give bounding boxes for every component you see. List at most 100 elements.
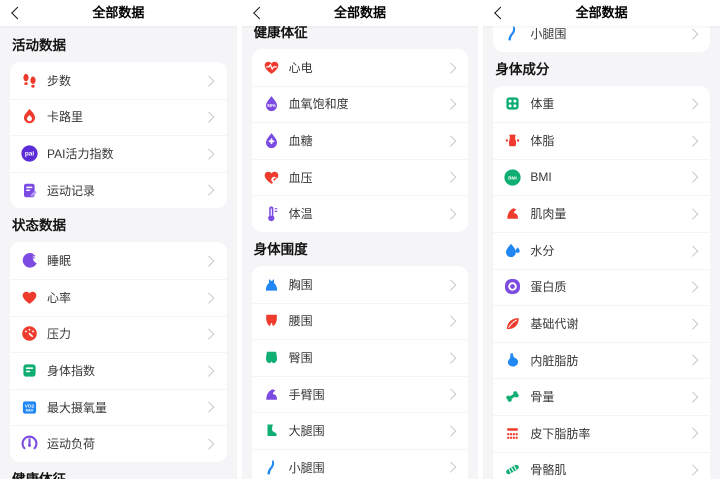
chevron-left-icon[interactable] [494,6,508,20]
footprints-icon [21,72,38,89]
list-item[interactable]: 运动负荷 [10,425,227,462]
chevron-right-icon [686,27,698,39]
list-item[interactable]: pai PAI活力指数 [10,135,227,172]
list-item[interactable]: 步数 [10,62,227,99]
list-item[interactable]: 体重 [493,86,710,123]
bone-icon [504,388,521,405]
list-item-label: 最大摄氧量 [47,400,108,415]
stress-icon [21,325,38,342]
list-item-label: 水分 [530,243,555,258]
scroll-content: 健康体征 心电 98% 血氧饱和度 血糖 血压 体温 身体围度 胸围 腰围 臀围 手臂围 大腿围 小腿围 [242,13,479,479]
svg-text:98%: 98% [267,104,276,109]
arm-icon [263,386,280,403]
chevron-right-icon [203,401,215,413]
list-item[interactable]: 胸围 [252,266,469,303]
list-item[interactable]: 皮下脂肪率 [493,415,710,452]
visceral-fat-icon [504,352,521,369]
chevron-left-icon[interactable] [11,6,24,20]
list-item[interactable]: 小腿围 [252,449,469,479]
section: 健康体征 心电 98% 血氧饱和度 血糖 血压 体温 [242,25,479,232]
body-index-icon [21,362,38,379]
list-item[interactable]: 骨骼肌 [493,452,710,479]
scroll-content: 小腿围 身体成分 体重 体脂 BMI BMI 肌肉量 水分 蛋白质 基础代谢 内脏脂肪 骨量 皮下脂肪率… [483,3,720,479]
phone-screen: 全部数据 活动数据 步数 卡路里 pai PAI活力指数 运动记录 状态数据 z 睡眠 心率 压力 身体… [0,0,237,479]
chevron-right-icon [445,425,456,436]
metabolism-leaf-icon [504,315,521,332]
list-item[interactable]: VO2 MAX 最大摄氧量 [10,389,227,426]
list-item[interactable]: 腰围 [252,303,469,340]
section: 身体围度 胸围 腰围 臀围 手臂围 大腿围 小腿围 [242,242,479,479]
list-item[interactable]: 运动记录 [10,172,227,209]
page-title: 全部数据 [334,5,387,20]
svg-text:MAX: MAX [26,408,34,412]
chevron-right-icon [686,98,698,110]
flame-icon [21,108,38,125]
chevron-right-icon [445,98,456,110]
hip-icon [263,349,280,366]
list-item[interactable]: 臀围 [252,339,469,376]
chevron-right-icon [445,135,456,146]
pai-icon: pai [21,145,38,162]
chevron-right-icon [445,208,456,219]
list-item-label: 血糖 [288,133,313,148]
chevron-right-icon [686,427,698,439]
list-item[interactable]: z 睡眠 [10,242,227,279]
list-item-label: 内脏脂肪 [530,353,579,368]
list-item[interactable]: 基础代谢 [493,305,710,342]
svg-text:z: z [33,255,36,261]
page-title: 全部数据 [575,5,628,20]
list-item[interactable]: 骨量 [493,378,710,415]
list-item[interactable]: 压力 [10,316,227,353]
list-item-label: 运动记录 [47,183,96,198]
chevron-right-icon [203,255,215,266]
spo2-drop-icon: 98% [263,95,280,112]
training-load-icon [21,435,38,452]
sleep-moon-icon: z [21,252,38,269]
muscle-icon [504,205,521,222]
list-item[interactable]: 内脏脂肪 [493,342,710,379]
header: 全部数据 [483,0,720,26]
list-item-label: 压力 [47,327,72,342]
list-item[interactable]: 手臂围 [252,376,469,413]
list-item[interactable]: 卡路里 [10,99,227,136]
list-item-label: 步数 [47,73,72,88]
card: 胸围腰围臀围 手臂围 大腿围小腿围 [251,265,469,479]
heart-icon [21,289,38,306]
list-item[interactable]: 血糖 [252,122,469,159]
list-item-label: 小腿围 [288,460,325,475]
svg-text:BMI: BMI [508,175,517,181]
card: 心电 98% 血氧饱和度血糖血压 体温 [251,49,469,232]
body-fat-icon [504,132,521,149]
svg-text:pai: pai [25,151,34,158]
list-item[interactable]: 蛋白质 [493,269,710,306]
protein-icon [504,278,521,295]
list-item-label: 腰围 [288,314,313,329]
header: 全部数据 [0,0,237,26]
list-item[interactable]: 体温 [252,195,469,232]
chevron-right-icon [686,281,698,293]
list-item[interactable]: 心电 [252,49,469,86]
chevron-left-icon[interactable] [252,6,266,20]
section: 活动数据 步数 卡路里 pai PAI活力指数 运动记录 [0,38,237,209]
chevron-right-icon [686,391,698,402]
waist-icon [263,312,280,329]
chevron-right-icon [203,111,215,123]
list-item[interactable]: 大腿围 [252,412,469,449]
list-item[interactable]: BMI BMI [493,159,710,196]
section: 身体成分 体重 体脂 BMI BMI 肌肉量 水分 蛋白质 基础代谢 内脏脂肪 骨量 皮下脂肪率 骨骼肌 [483,62,720,479]
list-item[interactable]: 水分 [493,232,710,269]
water-drop-icon [504,242,521,259]
list-item[interactable]: 心率 [10,279,227,316]
skeletal-muscle-icon [504,461,521,478]
list-item-label: 心率 [47,290,72,305]
card: 步数卡路里 pai PAI活力指数运动记录 [10,62,227,209]
list-item[interactable]: 血压 [252,159,469,196]
blood-pressure-icon [263,169,280,186]
list-item[interactable]: 身体指数 [10,352,227,389]
list-item[interactable]: 体脂 [493,122,710,159]
card: 体重 体脂 BMI BMI 肌肉量水分蛋白质 基础代谢内脏脂肪骨量 皮下脂肪率 骨骼肌 [493,85,711,479]
list-item[interactable]: 肌肉量 [493,195,710,232]
phone-screen: 全部数据 小腿围 身体成分 体重 体脂 BMI BMI 肌肉量 水分 蛋白质 基础代谢 内脏脂肪 骨量皮… [483,0,720,479]
list-item[interactable]: 98% 血氧饱和度 [252,86,469,123]
page-title: 全部数据 [92,5,145,20]
